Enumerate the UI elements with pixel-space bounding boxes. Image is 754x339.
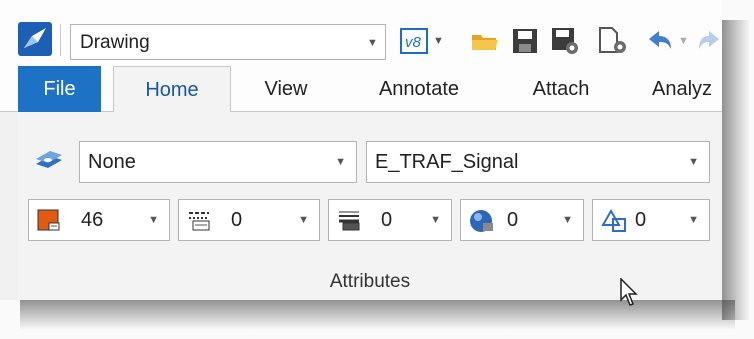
transparency-sphere-icon bbox=[469, 209, 493, 232]
attributes-group-label: Attributes bbox=[329, 271, 411, 292]
level-display-icon[interactable] bbox=[34, 150, 64, 177]
chevron-down-icon[interactable]: ▼ bbox=[367, 37, 378, 49]
color-select[interactable]: 46 ▼ bbox=[28, 199, 170, 241]
open-folder-icon[interactable] bbox=[470, 26, 500, 56]
file-settings-icon[interactable] bbox=[597, 26, 629, 56]
toolbar-separator bbox=[60, 24, 61, 56]
quick-access-toolbar: Drawing ▼ v8 ▼ ▼ bbox=[0, 0, 722, 66]
microstation-logo[interactable] bbox=[18, 22, 52, 56]
tab-view[interactable]: View bbox=[250, 66, 322, 112]
undo-icon[interactable] bbox=[647, 26, 673, 56]
priority-shapes-icon bbox=[601, 208, 626, 232]
v8-icon[interactable]: v8 bbox=[400, 26, 428, 56]
priority-value: 0 bbox=[635, 209, 647, 231]
attributes-panel: None ▼ E_TRAF_Signal ▼ 46 ▼ 0 ▼ 0 ▼ 0 ▼ … bbox=[18, 112, 722, 300]
chevron-down-icon[interactable]: ▼ bbox=[430, 214, 441, 226]
priority-select[interactable]: 0 ▼ bbox=[592, 199, 710, 241]
level-filter-value: None bbox=[88, 151, 136, 173]
line-style-select[interactable]: 0 ▼ bbox=[178, 199, 320, 241]
chevron-down-icon[interactable]: ▼ bbox=[298, 214, 309, 226]
chevron-down-icon[interactable]: ▼ bbox=[148, 214, 159, 226]
tab-attach[interactable]: Attach bbox=[512, 66, 610, 112]
active-level-select[interactable]: E_TRAF_Signal ▼ bbox=[366, 141, 710, 183]
line-style-value: 0 bbox=[231, 209, 243, 231]
chevron-down-icon[interactable]: ▼ bbox=[562, 214, 573, 226]
save-icon[interactable] bbox=[511, 26, 539, 56]
active-level-value: E_TRAF_Signal bbox=[375, 151, 519, 173]
transparency-select[interactable]: 0 ▼ bbox=[460, 199, 584, 241]
v8-dropdown-icon[interactable]: ▼ bbox=[433, 35, 444, 47]
redo-icon[interactable] bbox=[697, 26, 721, 56]
level-filter-select[interactable]: None ▼ bbox=[79, 141, 357, 183]
line-weight-value: 0 bbox=[381, 209, 393, 231]
tab-analyze[interactable]: Analyz bbox=[640, 66, 722, 112]
color-icon bbox=[37, 209, 61, 231]
line-style-icon bbox=[187, 209, 211, 231]
chevron-down-icon[interactable]: ▼ bbox=[688, 214, 699, 226]
chevron-down-icon[interactable]: ▼ bbox=[688, 156, 699, 168]
undo-dropdown-icon[interactable]: ▼ bbox=[678, 35, 689, 47]
app-window: Drawing ▼ v8 ▼ ▼ File Home View Annotate… bbox=[0, 0, 722, 300]
window-shadow-right bbox=[722, 20, 750, 320]
chevron-down-icon[interactable]: ▼ bbox=[335, 156, 346, 168]
line-weight-icon bbox=[337, 209, 361, 231]
transparency-value: 0 bbox=[507, 209, 519, 231]
workflow-value: Drawing bbox=[80, 32, 150, 53]
color-value: 46 bbox=[81, 209, 104, 231]
tab-home[interactable]: Home bbox=[113, 66, 231, 113]
tab-annotate[interactable]: Annotate bbox=[354, 66, 484, 112]
save-settings-icon[interactable] bbox=[550, 26, 580, 56]
line-weight-select[interactable]: 0 ▼ bbox=[328, 199, 452, 241]
workflow-select[interactable]: Drawing ▼ bbox=[70, 24, 386, 60]
svg-text:v8: v8 bbox=[405, 34, 422, 51]
ribbon-tab-bar: File Home View Annotate Attach Analyz bbox=[0, 66, 722, 113]
tab-file[interactable]: File bbox=[18, 66, 101, 112]
mouse-cursor-icon bbox=[620, 277, 642, 313]
